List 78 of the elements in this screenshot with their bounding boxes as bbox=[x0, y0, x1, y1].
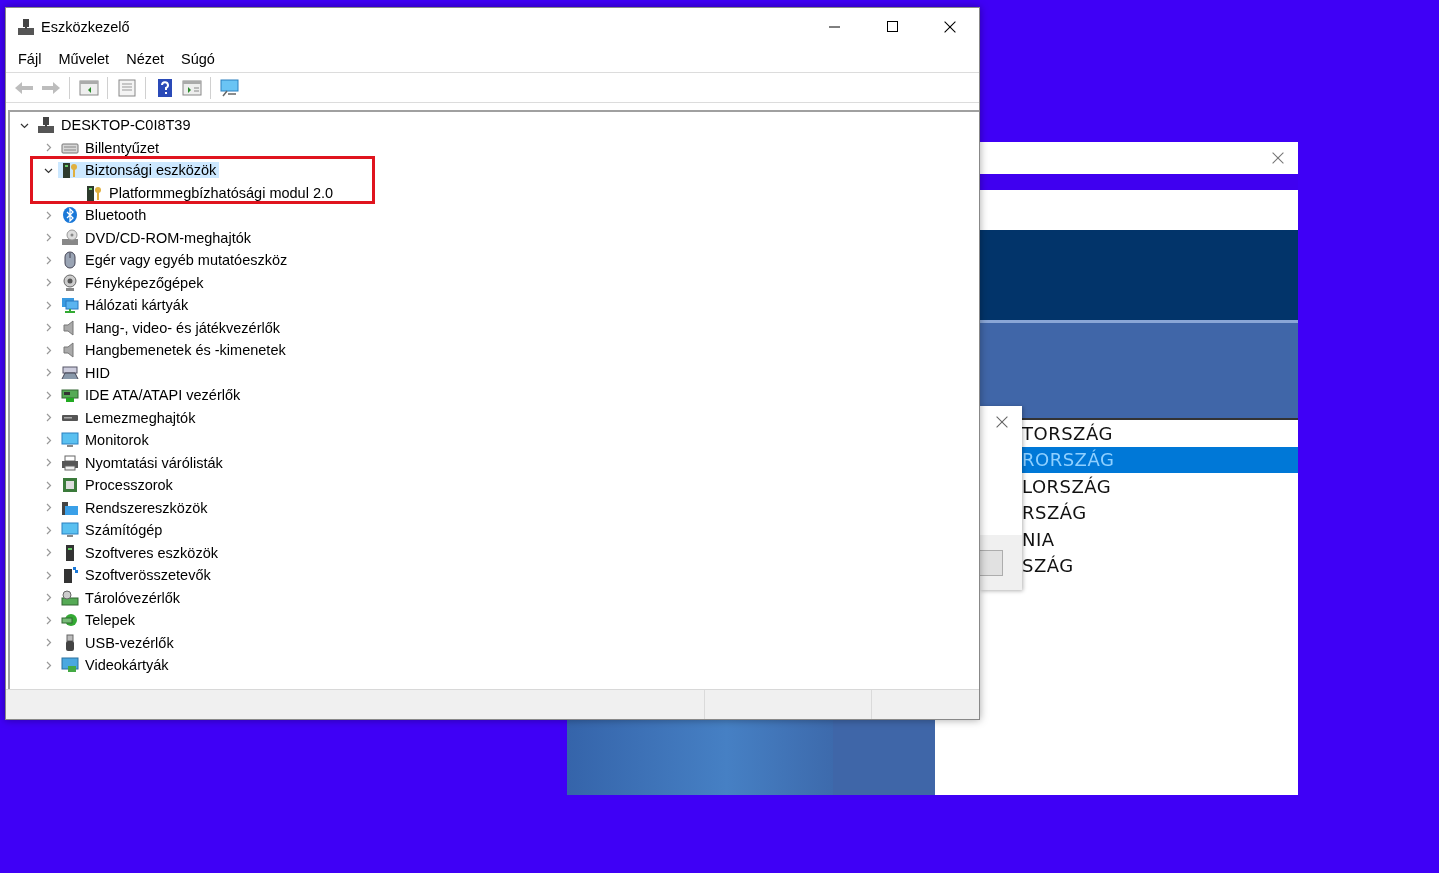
tree-label: Számítógép bbox=[85, 522, 163, 539]
storage-icon bbox=[61, 588, 79, 607]
tree-item[interactable]: Processzorok bbox=[58, 477, 176, 494]
monitor-icon bbox=[61, 431, 79, 450]
tree-item[interactable]: Biztonsági eszközök bbox=[58, 162, 220, 179]
tree-label: Processzorok bbox=[85, 477, 173, 494]
tree-item[interactable]: IDE ATA/ATAPI vezérlők bbox=[58, 387, 244, 404]
help-icon bbox=[155, 77, 174, 98]
close-icon bbox=[944, 20, 956, 33]
tree-item[interactable]: Rendszereszközök bbox=[58, 499, 211, 516]
tree-item[interactable]: Nyomtatási várólisták bbox=[58, 454, 226, 471]
tower-icon bbox=[61, 566, 79, 585]
tree-item[interactable]: Hálózati kártyák bbox=[58, 297, 192, 314]
tree-item[interactable]: HID bbox=[58, 364, 113, 381]
tree-label: Hálózati kártyák bbox=[85, 297, 189, 314]
key-icon bbox=[85, 183, 103, 202]
tree-item[interactable]: Monitorok bbox=[58, 432, 152, 449]
menu-item[interactable]: Művelet bbox=[51, 48, 118, 69]
key-icon bbox=[61, 161, 79, 180]
tree-label: Tárolóvezérlők bbox=[85, 589, 181, 606]
tree-label: Lemezmeghajtók bbox=[85, 409, 196, 426]
maximize-icon bbox=[886, 21, 898, 32]
forward-arrow-icon bbox=[40, 80, 61, 95]
console-tree-icon bbox=[78, 78, 99, 97]
tree-label: HID bbox=[85, 364, 110, 381]
tree-item[interactable]: USB-vezérlők bbox=[58, 634, 177, 651]
tree-label: Rendszereszközök bbox=[85, 499, 208, 516]
tree-label: IDE ATA/ATAPI vezérlők bbox=[85, 387, 241, 404]
tree-item[interactable]: Fényképezőgépek bbox=[58, 274, 207, 291]
tree-label: Videokártyák bbox=[85, 657, 169, 674]
menu-item[interactable]: Súgó bbox=[174, 48, 223, 69]
tree-item[interactable]: Videokártyák bbox=[58, 657, 172, 674]
tree-label: Billentyűzet bbox=[85, 139, 160, 156]
action-pane-icon bbox=[181, 78, 202, 97]
network-icon bbox=[61, 296, 79, 315]
webcam-icon bbox=[61, 273, 79, 292]
tree-item[interactable]: Lemezmeghajtók bbox=[58, 409, 199, 426]
bluetooth-icon bbox=[61, 206, 79, 225]
printer-icon bbox=[61, 453, 79, 472]
menu-item[interactable]: Nézet bbox=[119, 48, 173, 69]
dialog-button[interactable] bbox=[980, 550, 1003, 576]
tree-label: Bluetooth bbox=[85, 207, 147, 224]
tree-item[interactable]: Telepek bbox=[58, 612, 138, 629]
tree-item[interactable]: Számítógép bbox=[58, 522, 166, 539]
tree-label: Nyomtatási várólisták bbox=[85, 454, 223, 471]
tree-item[interactable]: Szoftveres eszközök bbox=[58, 544, 221, 561]
tree-label: Fényképezőgépek bbox=[85, 274, 204, 291]
tree-item[interactable]: DVD/CD-ROM-meghajtók bbox=[58, 229, 254, 246]
tree-label: Monitorok bbox=[85, 432, 149, 449]
controller-card-icon bbox=[61, 386, 79, 405]
monitor-icon bbox=[61, 521, 79, 540]
tree-label: Szoftveres eszközök bbox=[85, 544, 218, 561]
tree-item[interactable]: Billentyűzet bbox=[58, 139, 163, 156]
chip-icon bbox=[61, 476, 79, 495]
properties-icon bbox=[116, 78, 137, 97]
mouse-icon bbox=[61, 251, 79, 270]
tree-label: USB-vezérlők bbox=[85, 634, 174, 651]
computer-icon bbox=[17, 17, 35, 36]
menu-item[interactable]: Fájl bbox=[11, 48, 50, 69]
drive-icon bbox=[61, 413, 79, 422]
tree-item[interactable]: DESKTOP-C0I8T39 bbox=[34, 117, 194, 134]
tree-label: Szoftverösszetevők bbox=[85, 567, 211, 584]
tree-item[interactable]: Bluetooth bbox=[58, 207, 150, 224]
tree-item[interactable]: Tárolóvezérlők bbox=[58, 589, 184, 606]
tree-label: DESKTOP-C0I8T39 bbox=[61, 117, 191, 134]
tree-label: DVD/CD-ROM-meghajtók bbox=[85, 229, 251, 246]
close-icon[interactable] bbox=[1272, 152, 1284, 164]
disc-drive-icon bbox=[61, 228, 79, 247]
tree-label: Biztonsági eszközök bbox=[85, 162, 217, 179]
display-icon bbox=[61, 656, 79, 675]
gamepad-icon bbox=[61, 363, 79, 382]
tree-item[interactable]: Szoftverösszetevők bbox=[58, 567, 214, 584]
close-icon[interactable] bbox=[996, 416, 1008, 428]
monitor-scan-icon bbox=[218, 77, 241, 98]
back-arrow-icon bbox=[13, 80, 34, 95]
computer-icon bbox=[37, 116, 55, 135]
window-title: Eszközkezelő bbox=[41, 18, 131, 35]
tree-label: Telepek bbox=[85, 612, 135, 629]
